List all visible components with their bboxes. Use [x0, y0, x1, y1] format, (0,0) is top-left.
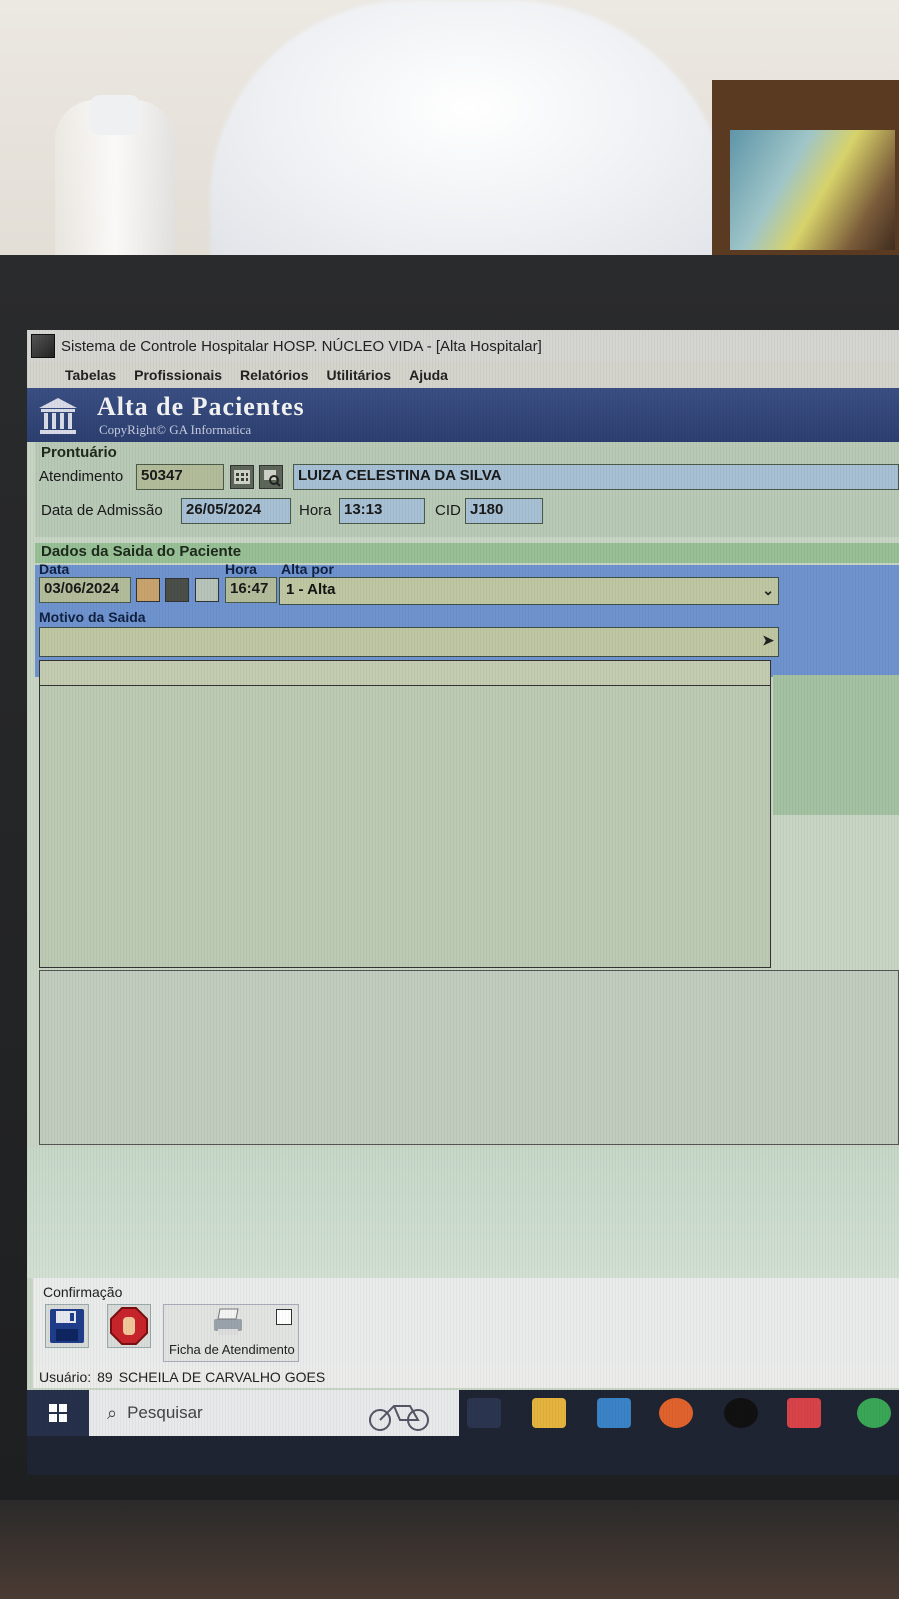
- patient-name-field[interactable]: LUIZA CELESTINA DA SILVA: [293, 464, 899, 490]
- form-bottom-band: [27, 1148, 899, 1278]
- banner-subtitle: CopyRight© GA Informatica: [99, 422, 252, 437]
- ficha-checkbox[interactable]: [276, 1309, 292, 1325]
- background-painting: [730, 130, 895, 250]
- window-titlebar: Sistema de Controle Hospitalar HOSP. NÚC…: [27, 330, 899, 362]
- header-banner: Alta de Pacientes CopyRight© GA Informat…: [27, 388, 899, 442]
- usuario-name: SCHEILA DE CARVALHO GOES: [118, 1369, 326, 1385]
- alarm-clock-icon[interactable]: [136, 578, 160, 602]
- calendar-icon[interactable]: [230, 465, 254, 489]
- bicycle-icon: [369, 1405, 429, 1431]
- cancel-button[interactable]: [107, 1304, 151, 1348]
- saida-group-title: Dados da Saida do Paciente: [41, 543, 242, 560]
- window-title: Sistema de Controle Hospitalar HOSP. NÚC…: [61, 337, 542, 355]
- vpn-icon[interactable]: [724, 1398, 758, 1428]
- usuario-id: 89: [97, 1369, 113, 1385]
- cid-label: CID: [435, 502, 461, 519]
- prontuario-group: Prontuário Atendimento 50347 LUIZA CELES…: [35, 442, 899, 537]
- anydesk-icon[interactable]: [787, 1398, 821, 1428]
- green-side-panel: [773, 675, 899, 815]
- ficha-atendimento-button[interactable]: Ficha de Atendimento: [163, 1304, 299, 1362]
- confirmacao-title: Confirmação: [43, 1284, 123, 1300]
- banner-title: Alta de Pacientes: [97, 392, 305, 421]
- saida-data-label: Data: [39, 561, 70, 577]
- trash-icon[interactable]: [165, 578, 189, 602]
- taskbar-search[interactable]: ⌕ Pesquisar: [89, 1390, 459, 1436]
- windows-taskbar: ⌕ Pesquisar: [27, 1390, 899, 1475]
- confirmacao-panel: Confirmação Ficha de Atendimento: [33, 1278, 899, 1366]
- stop-hand-icon: [110, 1307, 148, 1345]
- observacoes-area[interactable]: [39, 970, 899, 1145]
- floppy-disk-icon: [50, 1309, 84, 1343]
- admissao-hora-label: Hora: [299, 502, 332, 519]
- app-icon[interactable]: [31, 334, 55, 358]
- search-placeholder: Pesquisar: [127, 1403, 203, 1422]
- atendimento-field[interactable]: 50347: [136, 464, 224, 490]
- cid-field[interactable]: J180: [465, 498, 543, 524]
- usuario-label: Usuário:: [39, 1369, 92, 1385]
- motivo-select[interactable]: ➤: [39, 627, 779, 657]
- monitor-screen: Sistema de Controle Hospitalar HOSP. NÚC…: [27, 330, 899, 1475]
- background-bottle-cap: [90, 95, 140, 135]
- chrome-icon[interactable]: [857, 1398, 891, 1428]
- motivo-label: Motivo da Saida: [39, 609, 146, 625]
- printer-icon: [214, 1308, 242, 1335]
- monitor-bezel-bottom: [0, 1500, 899, 1599]
- alta-por-select[interactable]: 1 - Alta ⌄: [279, 577, 779, 605]
- cursor-arrow-icon: ➤: [762, 632, 774, 648]
- save-button[interactable]: [45, 1304, 89, 1348]
- ficha-label: Ficha de Atendimento: [169, 1342, 295, 1357]
- menu-bar: Tabelas Profissionais Relatórios Utilitá…: [27, 362, 899, 388]
- prontuario-group-title: Prontuário: [41, 444, 117, 461]
- mail-icon[interactable]: [597, 1398, 631, 1428]
- menu-profissionais[interactable]: Profissionais: [134, 367, 222, 383]
- blank-button[interactable]: [195, 578, 219, 602]
- saida-hora-label: Hora: [225, 561, 257, 577]
- file-explorer-icon[interactable]: [532, 1398, 566, 1428]
- search-patient-icon[interactable]: [259, 465, 283, 489]
- windows-start-icon[interactable]: [27, 1390, 89, 1436]
- saida-group-header: Dados da Saida do Paciente: [35, 543, 899, 563]
- menu-ajuda[interactable]: Ajuda: [409, 367, 448, 383]
- admissao-date-field[interactable]: 26/05/2024: [181, 498, 291, 524]
- menu-tabelas[interactable]: Tabelas: [65, 367, 116, 383]
- task-view-icon[interactable]: [467, 1398, 501, 1428]
- menu-utilitarios[interactable]: Utilitários: [327, 367, 392, 383]
- admissao-hora-field[interactable]: 13:13: [339, 498, 425, 524]
- admissao-label: Data de Admissão: [41, 502, 163, 519]
- atendimento-label: Atendimento: [39, 468, 124, 485]
- list-item[interactable]: [40, 661, 770, 686]
- search-icon: ⌕: [107, 1402, 118, 1423]
- motivo-dropdown-list[interactable]: [39, 660, 771, 968]
- chevron-down-icon[interactable]: ⌄: [762, 582, 774, 599]
- building-icon: [39, 398, 77, 434]
- menu-relatorios[interactable]: Relatórios: [240, 367, 308, 383]
- alta-por-value: 1 - Alta: [286, 581, 336, 598]
- alta-por-label: Alta por: [281, 561, 334, 577]
- saida-data-field[interactable]: 03/06/2024: [39, 577, 131, 603]
- firefox-icon[interactable]: [659, 1398, 693, 1428]
- saida-hora-field[interactable]: 16:47: [225, 577, 277, 603]
- status-bar: Usuário: 89 SCHEILA DE CARVALHO GOES: [33, 1366, 899, 1388]
